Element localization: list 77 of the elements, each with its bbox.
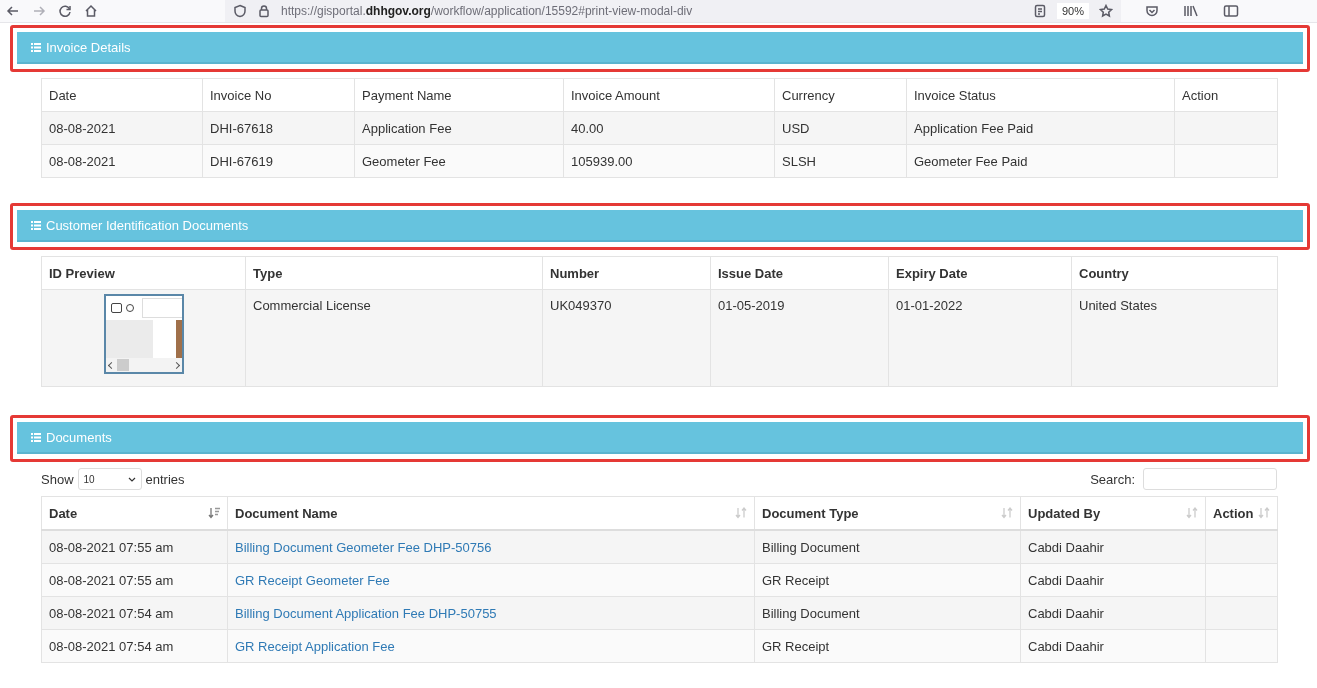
column-header: Action [1174,78,1278,112]
table-cell: 08-08-2021 07:55 am [41,530,228,564]
table-cell: Commercial License [245,289,543,387]
column-header: Number [542,256,711,290]
document-link[interactable]: GR Receipt Application Fee [235,638,395,654]
lock-icon [257,4,271,18]
table-cell: USD [774,111,907,145]
reload-icon[interactable] [58,4,72,18]
column-header-label: Action [1213,505,1254,521]
table-cell: 01-01-2022 [888,289,1072,387]
table-cell: Cabdi Daahir [1020,596,1206,630]
table-cell: 40.00 [563,111,775,145]
document-viewer-drawing[interactable] [103,294,184,374]
table-cell: United States [1071,289,1278,387]
search-field[interactable] [1143,468,1277,490]
section-title: Invoice Details [46,39,131,55]
table-cell: 08-08-2021 07:54 am [41,629,228,663]
document-link[interactable]: Billing Document Application Fee DHP-50755 [235,605,497,621]
list-icon [31,220,41,230]
column-header-label: Document Name [235,505,338,521]
address-bar-url[interactable]: https://gisportal.dhhgov.org/workflow/application/15592#print-view-modal-div [281,4,693,18]
column-header: Expiry Date [888,256,1072,290]
table-cell: 08-08-2021 [41,111,203,145]
column-header: Currency [774,78,907,112]
column-header-label: Updated By [1028,505,1101,521]
column-header: Payment Name [354,78,564,112]
page-size-select[interactable]: 10 [77,468,142,490]
shield-icon [233,4,247,18]
column-header: Invoice No [202,78,355,112]
show-label: Show [41,471,74,487]
sidebar-icon[interactable] [1223,4,1239,18]
column-header: Country [1071,256,1278,290]
column-header-label: Document Type [762,505,859,521]
list-icon [31,42,41,52]
table-cell: Cabdi Daahir [1020,530,1206,564]
column-header: Invoice Amount [563,78,775,112]
table-cell: 105939.00 [563,144,775,178]
table-cell: Application Fee [354,111,564,145]
table-cell: Billing Document [754,596,1021,630]
table-cell: Application Fee Paid [906,111,1175,145]
table-cell: Geometer Fee Paid [906,144,1175,178]
list-icon [31,432,41,442]
column-header: Invoice Status [906,78,1175,112]
table-cell: GR Receipt [754,629,1021,663]
table-cell: 08-08-2021 [41,144,203,178]
section-title: Customer Identification Documents [46,217,249,233]
library-icon[interactable] [1183,4,1199,18]
back-icon[interactable] [6,4,20,18]
column-header: Type [245,256,543,290]
table-cell: Billing Document [754,530,1021,564]
table-cell: 01-05-2019 [710,289,889,387]
home-icon[interactable] [84,4,98,18]
column-header: Date [41,78,203,112]
table-cell: UK049370 [542,289,711,387]
star-icon[interactable] [1099,4,1113,18]
zoom-level-button[interactable]: 90% [1056,3,1089,19]
section-title: Documents [46,429,112,445]
caret-icon [127,476,136,482]
sort-descending-icon[interactable] [208,507,220,519]
table-cell: DHI-67619 [202,144,355,178]
table-cell: SLSH [774,144,907,178]
document-link[interactable]: GR Receipt Geometer Fee [235,572,390,588]
table-cell: 08-08-2021 07:55 am [41,563,228,597]
document-link[interactable]: Billing Document Geometer Fee DHP-50756 [235,539,492,555]
reader-view-icon[interactable] [1032,4,1047,18]
column-header: Issue Date [710,256,889,290]
table-cell: Cabdi Daahir [1020,563,1206,597]
table-cell: GR Receipt [754,563,1021,597]
column-header: ID Preview [41,256,246,290]
table-cell: Geometer Fee [354,144,564,178]
table-cell: 08-08-2021 07:54 am [41,596,228,630]
search-label: Search: [1090,471,1135,487]
pocket-icon[interactable] [1145,4,1159,18]
entries-label: entries [145,471,185,487]
table-cell: Cabdi Daahir [1020,629,1206,663]
column-header-label: Date [49,505,78,521]
table-cell: DHI-67618 [202,111,355,145]
